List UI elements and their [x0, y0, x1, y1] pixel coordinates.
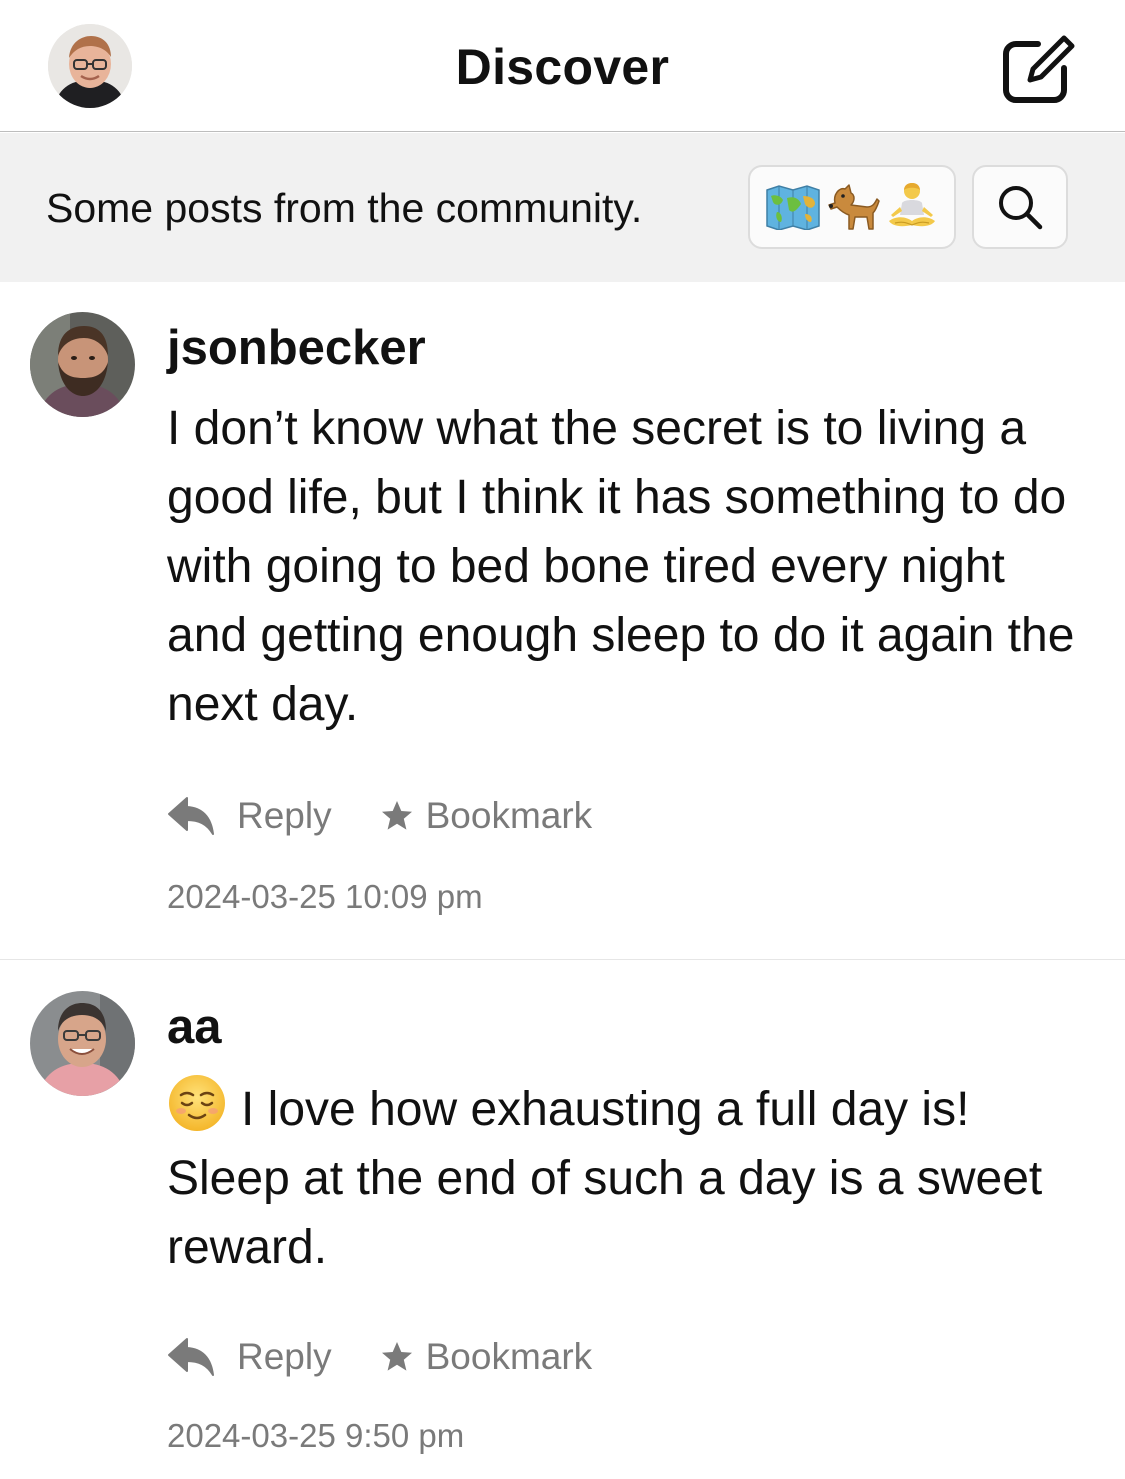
- post-text: I love how exhausting a full day is! Sle…: [167, 1073, 1097, 1282]
- star-icon: [381, 801, 412, 830]
- avatar[interactable]: [30, 991, 135, 1096]
- bookmark-button[interactable]: Bookmark: [380, 795, 593, 837]
- reply-icon: [168, 797, 214, 835]
- bookmark-label: Bookmark: [425, 1336, 593, 1377]
- user-avatar-icon: [30, 991, 135, 1096]
- meditation-emoji-icon: [889, 183, 935, 227]
- star-icon: [381, 1342, 412, 1371]
- bookmark-button[interactable]: Bookmark: [380, 1336, 593, 1378]
- post-actions: Reply Bookmark: [167, 1327, 592, 1387]
- reply-button[interactable]: Reply: [167, 1336, 332, 1378]
- bookmark-label: Bookmark: [425, 795, 593, 836]
- post-text: I don’t know what the secret is to livin…: [167, 402, 1075, 731]
- post-author[interactable]: jsonbecker: [167, 320, 426, 376]
- reply-icon: [168, 1338, 214, 1376]
- dog-emoji-icon: [828, 184, 880, 230]
- post-actions: Reply Bookmark: [167, 786, 592, 846]
- post-item[interactable]: jsonbecker I don’t know what the secret …: [0, 282, 1125, 960]
- topics-button[interactable]: [748, 165, 956, 249]
- post-author[interactable]: aa: [167, 999, 222, 1055]
- avatar[interactable]: [30, 312, 135, 417]
- post-item[interactable]: aa I love how exhausting a full day is! …: [0, 961, 1125, 1479]
- post-timestamp[interactable]: 2024-03-25 10:09 pm: [167, 878, 483, 916]
- relieved-face-emoji-icon: [169, 1075, 225, 1131]
- world-map-emoji-icon: [766, 185, 820, 230]
- page-title: Discover: [455, 39, 670, 95]
- reply-label: Reply: [237, 1336, 332, 1377]
- navigation-bar: Discover: [0, 0, 1125, 132]
- compose-icon: [1003, 35, 1075, 103]
- header-description: Some posts from the community.: [46, 185, 643, 231]
- post-text-body: I love how exhausting a full day is! Sle…: [167, 1083, 1043, 1274]
- discover-header: Some posts from the community.: [0, 133, 1125, 282]
- user-avatar-icon: [30, 312, 135, 417]
- reply-button[interactable]: Reply: [167, 795, 332, 837]
- reply-label: Reply: [237, 795, 332, 836]
- compose-button[interactable]: [998, 30, 1078, 106]
- post-timestamp[interactable]: 2024-03-25 9:50 pm: [167, 1417, 464, 1455]
- search-button[interactable]: [972, 165, 1068, 249]
- search-icon: [999, 186, 1043, 230]
